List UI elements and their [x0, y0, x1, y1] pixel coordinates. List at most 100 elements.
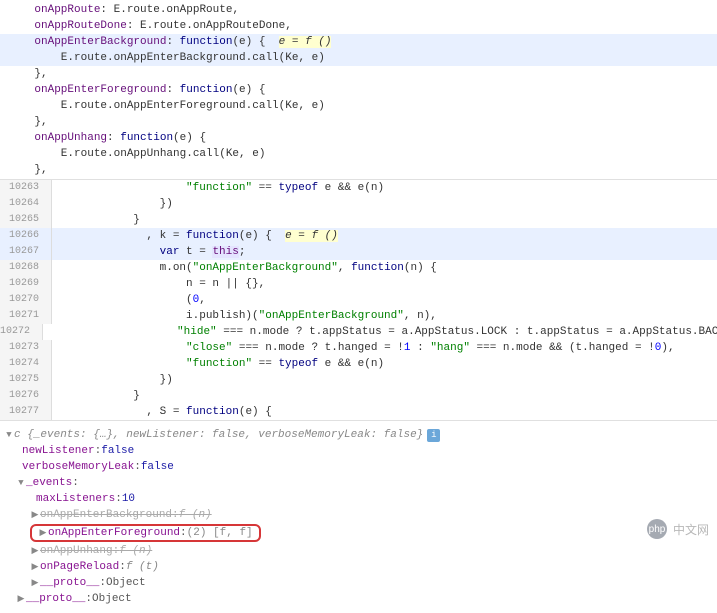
tree-item-onappenterforeground[interactable]: ▶ onAppEnterForeground: (2) [f, f] [4, 523, 713, 543]
gutter-code-line[interactable]: 10268 m.on("onAppEnterBackground", funct… [0, 260, 717, 276]
line-number: 10268 [0, 260, 52, 276]
gutter-code-line[interactable]: 10271 i.publish)("onAppEnterBackground",… [0, 308, 717, 324]
code-content: , S = function(e) { [52, 404, 717, 420]
code-content: m.on("onAppEnterBackground", function(n)… [52, 260, 717, 276]
line-number: 10272 [0, 324, 43, 340]
prop-key: maxListeners [36, 491, 115, 507]
line-number: 10263 [0, 180, 52, 196]
php-logo-icon: php [647, 519, 667, 539]
prop-value: false [101, 443, 134, 459]
prop-key: __proto__ [40, 575, 99, 591]
collapse-arrow-icon[interactable]: ▶ [30, 543, 40, 559]
gutter-code-line[interactable]: 10277 , S = function(e) { [0, 404, 717, 420]
line-number: 10275 [0, 372, 52, 388]
tree-item-verbosememoryleak[interactable]: verboseMemoryLeak: false [4, 459, 713, 475]
line-number: 10270 [0, 292, 52, 308]
code-line[interactable]: }, [0, 114, 717, 130]
tree-item-onappunhang[interactable]: ▶ onAppUnhang: f (n) [4, 543, 713, 559]
code-content: }) [52, 372, 717, 388]
line-number: 10264 [0, 196, 52, 212]
code-line[interactable]: E.route.onAppEnterBackground.call(Ke, e) [0, 50, 717, 66]
code-line[interactable]: onAppEnterForeground: function(e) { [0, 82, 717, 98]
collapse-arrow-icon[interactable]: ▶ [16, 591, 26, 607]
code-content: "close" === n.mode ? t.hanged = !1 : "ha… [52, 340, 717, 356]
prop-key: onPageReload [40, 559, 119, 575]
line-number: 10277 [0, 404, 52, 420]
expand-arrow-icon[interactable]: ▼ [4, 427, 14, 443]
tree-item-maxlisteners[interactable]: maxListeners: 10 [4, 491, 713, 507]
prop-key: verboseMemoryLeak [22, 459, 134, 475]
gutter-code-line[interactable]: 10269 n = n || {}, [0, 276, 717, 292]
code-content: n = n || {}, [52, 276, 717, 292]
expand-arrow-icon[interactable]: ▼ [16, 475, 26, 491]
watermark: php 中文网 [647, 519, 709, 539]
prop-key: __proto__ [26, 591, 85, 607]
prop-key: onAppEnterForeground [48, 525, 180, 541]
code-content: (0, [52, 292, 717, 308]
collapse-arrow-icon[interactable]: ▶ [30, 575, 40, 591]
line-number: 10271 [0, 308, 52, 324]
tree-root-label: c {_events: {…}, newListener: false, ver… [14, 427, 423, 443]
prop-value: (2) [f, f] [187, 525, 253, 541]
code-line[interactable]: onAppRouteDone: E.route.onAppRouteDone, [0, 18, 717, 34]
line-number: 10276 [0, 388, 52, 404]
prop-value: false [141, 459, 174, 475]
gutter-code-line[interactable]: 10275 }) [0, 372, 717, 388]
code-content: i.publish)("onAppEnterBackground", n), [52, 308, 717, 324]
code-line[interactable]: onAppRoute: E.route.onAppRoute, [0, 2, 717, 18]
gutter-code-panel: 10263 "function" == typeof e && e(n)1026… [0, 180, 717, 421]
tree-root[interactable]: ▼ c {_events: {…}, newListener: false, v… [4, 427, 713, 443]
highlighted-property-box: ▶ onAppEnterForeground: (2) [f, f] [30, 524, 261, 542]
tree-item-proto-outer[interactable]: ▶ __proto__: Object [4, 591, 713, 607]
code-content: var t = this; [52, 244, 717, 260]
prop-key: newListener [22, 443, 95, 459]
gutter-code-line[interactable]: 10276 } [0, 388, 717, 404]
upper-code-panel: onAppRoute: E.route.onAppRoute, onAppRou… [0, 0, 717, 180]
gutter-code-line[interactable]: 10267 var t = this; [0, 244, 717, 260]
prop-key: _events [26, 475, 72, 491]
watermark-text: 中文网 [673, 521, 709, 538]
gutter-code-line[interactable]: 10265 } [0, 212, 717, 228]
gutter-code-line[interactable]: 10274 "function" == typeof e && e(n) [0, 356, 717, 372]
prop-value: 10 [122, 491, 135, 507]
collapse-arrow-icon[interactable]: ▶ [38, 525, 48, 541]
collapse-arrow-icon[interactable]: ▶ [30, 559, 40, 575]
gutter-code-line[interactable]: 10266 , k = function(e) { e = f () [0, 228, 717, 244]
tree-item-onpagereload[interactable]: ▶ onPageReload: f (t) [4, 559, 713, 575]
line-number: 10269 [0, 276, 52, 292]
code-content: , k = function(e) { e = f () [52, 228, 717, 244]
prop-value: Object [92, 591, 132, 607]
tree-item-events[interactable]: ▼ _events: [4, 475, 713, 491]
gutter-code-line[interactable]: 10264 }) [0, 196, 717, 212]
code-line[interactable]: }, [0, 66, 717, 82]
code-content: } [52, 212, 717, 228]
code-line[interactable]: }, [0, 162, 717, 178]
tree-item-proto-inner[interactable]: ▶ __proto__: Object [4, 575, 713, 591]
gutter-code-line[interactable]: 10270 (0, [0, 292, 717, 308]
code-line[interactable]: E.route.onAppUnhang.call(Ke, e) [0, 146, 717, 162]
code-line[interactable]: onAppUnhang: function(e) { [0, 130, 717, 146]
code-content: "function" == typeof e && e(n) [52, 356, 717, 372]
code-line[interactable]: onAppEnterBackground: function(e) { e = … [0, 34, 717, 50]
line-number: 10267 [0, 244, 52, 260]
gutter-code-line[interactable]: 10272 "hide" === n.mode ? t.appStatus = … [0, 324, 717, 340]
line-number: 10274 [0, 356, 52, 372]
prop-key: onAppEnterBackground [40, 507, 172, 523]
info-badge-icon[interactable]: i [427, 429, 440, 442]
prop-value: Object [106, 575, 146, 591]
gutter-code-line[interactable]: 10263 "function" == typeof e && e(n) [0, 180, 717, 196]
code-content: "hide" === n.mode ? t.appStatus = a.AppS… [43, 324, 717, 340]
line-number: 10266 [0, 228, 52, 244]
tree-item-onappenterbackground[interactable]: ▶ onAppEnterBackground: f (n) [4, 507, 713, 523]
code-content: }) [52, 196, 717, 212]
collapse-arrow-icon[interactable]: ▶ [30, 507, 40, 523]
prop-key: onAppUnhang [40, 543, 113, 559]
code-content: "function" == typeof e && e(n) [52, 180, 717, 196]
console-object-tree: ▼ c {_events: {…}, newListener: false, v… [0, 421, 717, 613]
code-line[interactable]: E.route.onAppEnterForeground.call(Ke, e) [0, 98, 717, 114]
code-content: } [52, 388, 717, 404]
prop-value: f (t) [126, 559, 159, 575]
gutter-code-line[interactable]: 10273 "close" === n.mode ? t.hanged = !1… [0, 340, 717, 356]
prop-value: f (n) [119, 543, 152, 559]
tree-item-newlistener[interactable]: newListener: false [4, 443, 713, 459]
